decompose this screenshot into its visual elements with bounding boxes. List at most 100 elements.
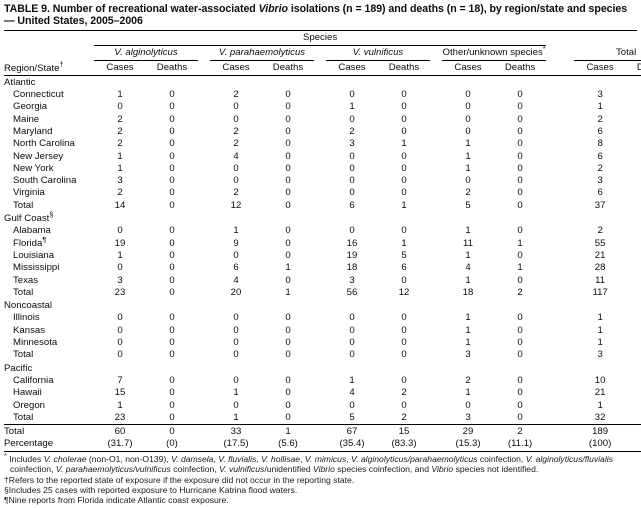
section-total-value: 0 bbox=[169, 286, 175, 298]
cell-value: 5 bbox=[626, 250, 641, 262]
spacer-cell bbox=[314, 275, 326, 287]
cell-value: 2 bbox=[117, 187, 123, 199]
footnotes: * Includes V. cholerae (non-O1, non-O139… bbox=[4, 452, 637, 506]
footnote-species-italic: Vibrio bbox=[313, 464, 335, 475]
group-header-total: Total bbox=[574, 45, 641, 61]
cell-value: 10 bbox=[594, 374, 606, 386]
cell-value: 0 bbox=[626, 400, 641, 412]
cell-value: 0 bbox=[626, 89, 641, 101]
footnote-species-italic: V. parahaemolyticus/vulnificus bbox=[55, 464, 171, 475]
col-header-deaths-2: Deaths bbox=[262, 60, 314, 76]
cell-value: 0 bbox=[517, 175, 523, 187]
footnote-species-italic: V. hollisae bbox=[261, 453, 301, 464]
cell-value: 0 bbox=[401, 126, 407, 137]
spacer-cell bbox=[314, 175, 326, 187]
spacer-cell bbox=[198, 262, 210, 274]
spacer-cell bbox=[94, 212, 641, 225]
cell-value: 0 bbox=[626, 151, 641, 163]
cell-value: 0 bbox=[233, 312, 239, 324]
spacer-cell bbox=[198, 287, 210, 299]
table-row: Kansas 0 0 0 0 0 0 1 0 1 0 bbox=[4, 325, 641, 337]
state-name: Alabama bbox=[13, 225, 51, 237]
footnote-species-italic: Vibrio bbox=[431, 464, 454, 475]
spacer-cell bbox=[546, 151, 574, 163]
footnote-marker-asterisk: * bbox=[542, 43, 546, 53]
cell-value: 4 bbox=[465, 262, 471, 274]
percentage-value: (100) bbox=[626, 438, 641, 452]
section-total-value: 0 bbox=[285, 199, 291, 211]
section-total-value: 2 bbox=[626, 412, 641, 425]
spacer-cell bbox=[430, 163, 442, 175]
spacer-cell bbox=[430, 45, 442, 60]
cell-value: 6 bbox=[401, 262, 407, 274]
section-total-value: 1 bbox=[626, 200, 641, 212]
group-header-v-alginolyticus: V. alginolyticus bbox=[94, 45, 198, 61]
cell-value: 0 bbox=[349, 162, 355, 174]
cell-value: 1 bbox=[597, 101, 603, 113]
cell-value: 2 bbox=[233, 89, 239, 101]
state-name: New Jersey bbox=[13, 150, 64, 162]
cell-value: 5 bbox=[401, 249, 407, 261]
cell-value: 0 bbox=[465, 89, 471, 101]
spacer-cell bbox=[546, 400, 574, 412]
col-header-cases-3: Cases bbox=[326, 60, 378, 76]
state-name: Oregon bbox=[13, 399, 45, 411]
cell-value: 0 bbox=[169, 138, 175, 150]
cell-value: 3 bbox=[117, 274, 123, 286]
spacer-cell bbox=[430, 225, 442, 237]
grand-total-value: 1 bbox=[262, 424, 314, 439]
cell-value: 0 bbox=[285, 175, 291, 187]
cell-value: 4 bbox=[233, 150, 239, 162]
spacer-cell bbox=[314, 60, 326, 76]
table-row: Minnesota 0 0 0 0 0 0 1 0 1 0 bbox=[4, 337, 641, 349]
cell-value: 0 bbox=[233, 162, 239, 174]
col-header-deaths-4: Deaths bbox=[494, 60, 547, 76]
cell-value: 1 bbox=[465, 312, 471, 324]
header-row-groups: V. alginolyticus V. parahaemolyticus V. … bbox=[4, 43, 641, 61]
percentage-value: (17.5) bbox=[210, 438, 262, 452]
grand-total-value: 0 bbox=[146, 424, 198, 439]
percentage-value: (11.1) bbox=[494, 438, 547, 452]
cell-value: 1 bbox=[117, 249, 123, 261]
cell-value: 55 bbox=[594, 237, 606, 249]
cell-value: 0 bbox=[626, 187, 641, 199]
state-name: Texas bbox=[13, 274, 39, 286]
cell-value: 0 bbox=[517, 126, 523, 137]
cell-value: 0 bbox=[349, 225, 355, 237]
state-name: Maryland bbox=[13, 126, 53, 137]
cell-value: 1 bbox=[401, 138, 407, 150]
spacer-cell bbox=[430, 151, 442, 163]
spacer-cell bbox=[314, 375, 326, 387]
cell-value: 0 bbox=[233, 337, 239, 349]
cell-value: 1 bbox=[465, 274, 471, 286]
section-total-value: 5 bbox=[349, 411, 355, 423]
cell-value: 8 bbox=[626, 262, 641, 274]
state-name: South Carolina bbox=[13, 175, 77, 187]
group-label: Total bbox=[615, 46, 637, 58]
spacer-cell bbox=[546, 387, 574, 399]
cell-value: 9 bbox=[233, 237, 239, 249]
cell-value: 0 bbox=[233, 113, 239, 125]
cell-value: 11 bbox=[463, 237, 473, 249]
col-header-deaths-total: Deaths bbox=[626, 60, 641, 76]
cell-value: 0 bbox=[285, 113, 291, 125]
cell-value: 0 bbox=[285, 225, 291, 237]
footnote-marker-dagger: † bbox=[59, 59, 64, 69]
spacer-cell bbox=[314, 151, 326, 163]
table-row: Texas 3 0 4 0 3 0 1 0 11 0 bbox=[4, 275, 641, 287]
state-name: Louisiana bbox=[13, 249, 55, 261]
cell-value: 3 bbox=[597, 175, 603, 187]
cell-value: 0 bbox=[626, 126, 641, 138]
percentage-value: (100) bbox=[574, 438, 627, 452]
section-total-value: 1 bbox=[233, 411, 239, 423]
table-row: California70001020100 bbox=[4, 375, 641, 387]
cell-value: 1 bbox=[465, 337, 471, 349]
cell-value: 1 bbox=[465, 249, 471, 261]
section-total-value: 0 bbox=[169, 199, 175, 211]
cell-value: 0 bbox=[517, 187, 523, 199]
section-total-value: 0 bbox=[169, 349, 175, 361]
state-name: Mississippi bbox=[13, 262, 60, 274]
spacer-cell bbox=[198, 200, 210, 212]
cell-value: 0 bbox=[169, 162, 175, 174]
section-total-value: 5 bbox=[465, 199, 471, 211]
